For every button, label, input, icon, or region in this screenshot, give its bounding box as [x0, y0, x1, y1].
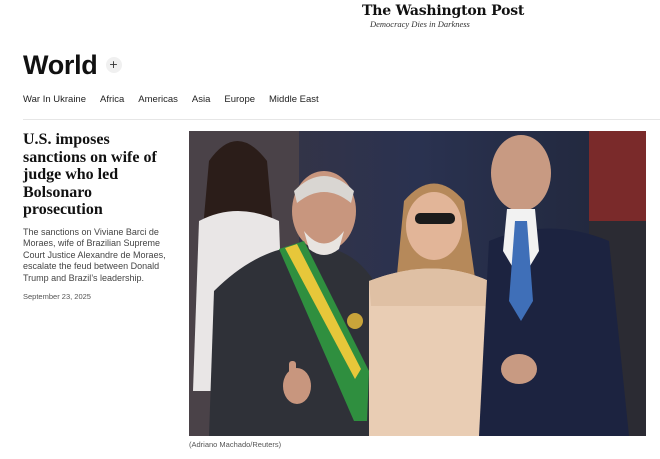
story-photo[interactable] [189, 131, 646, 436]
story-photo-illustration [189, 131, 646, 436]
follow-section-button[interactable]: + [105, 57, 122, 73]
site-logo[interactable]: The Washington Post [362, 3, 524, 19]
story-blurb: The sanctions on Viviane Barci de Moraes… [23, 226, 166, 283]
subnav-item-americas[interactable]: Americas [138, 94, 178, 105]
subnav-item-war-in-ukraine[interactable]: War In Ukraine [23, 94, 86, 105]
subnav-item-asia[interactable]: Asia [192, 94, 210, 105]
subnav-item-africa[interactable]: Africa [100, 94, 124, 105]
lead-story: U.S. imposes sanctions on wife of judge … [23, 131, 173, 301]
masthead: The Washington Post Democracy Dies in Da… [0, 0, 660, 40]
divider [23, 119, 660, 120]
section-title: World [23, 49, 98, 80]
story-headline[interactable]: U.S. imposes sanctions on wife of judge … [23, 131, 173, 219]
photo-credit: (Adriano Machado/Reuters) [189, 440, 282, 449]
subnav-item-europe[interactable]: Europe [224, 94, 255, 105]
site-tagline: Democracy Dies in Darkness [370, 19, 470, 29]
subnav-item-middle-east[interactable]: Middle East [269, 94, 319, 105]
section-header: World + [23, 48, 122, 82]
story-date: September 23, 2025 [23, 292, 91, 302]
section-subnav: War In Ukraine Africa Americas Asia Euro… [23, 94, 333, 105]
